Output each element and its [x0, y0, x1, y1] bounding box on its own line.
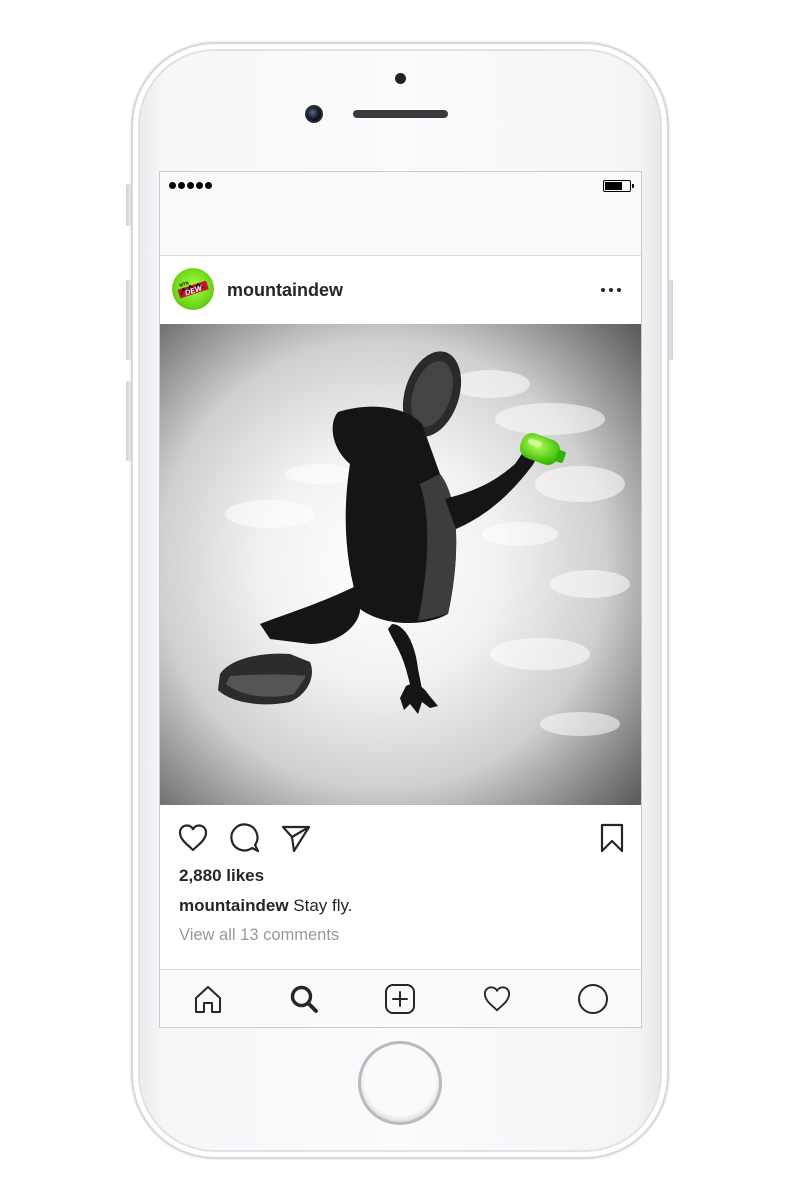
comment-icon[interactable] — [228, 821, 262, 855]
bookmark-icon[interactable] — [595, 821, 629, 855]
more-icon[interactable] — [601, 280, 621, 300]
front-camera — [305, 105, 323, 123]
home-icon[interactable] — [191, 982, 225, 1016]
home-button[interactable] — [358, 1041, 442, 1125]
profile-icon[interactable] — [576, 982, 610, 1016]
signal-icon — [169, 182, 212, 189]
post-caption: mountaindew Stay fly. — [179, 896, 353, 916]
tab-bar — [160, 969, 641, 1027]
post-photo — [160, 324, 641, 805]
app-screen: DEW MTN mountaindew 2,880 likes mountain… — [159, 171, 642, 1028]
battery-icon — [603, 180, 634, 192]
post-image[interactable] — [160, 324, 641, 805]
view-comments-link[interactable]: View all 13 comments — [179, 926, 339, 945]
post-actions — [160, 805, 641, 869]
caption-username[interactable]: mountaindew — [179, 896, 289, 915]
heart-icon[interactable] — [176, 821, 210, 855]
earpiece-speaker — [353, 110, 448, 118]
activity-icon[interactable] — [480, 982, 514, 1016]
likes-count[interactable]: 2,880 likes — [179, 866, 264, 886]
avatar[interactable]: DEW MTN — [172, 268, 214, 310]
proximity-sensor — [395, 73, 406, 84]
search-icon[interactable] — [287, 982, 321, 1016]
new-post-icon[interactable] — [383, 982, 417, 1016]
caption-text: Stay fly. — [288, 896, 353, 915]
share-icon[interactable] — [279, 821, 313, 855]
mountain-dew-logo-icon: DEW MTN — [177, 280, 209, 299]
status-bar — [160, 172, 641, 256]
post-username[interactable]: mountaindew — [227, 280, 343, 301]
post-header: DEW MTN mountaindew — [160, 256, 641, 324]
